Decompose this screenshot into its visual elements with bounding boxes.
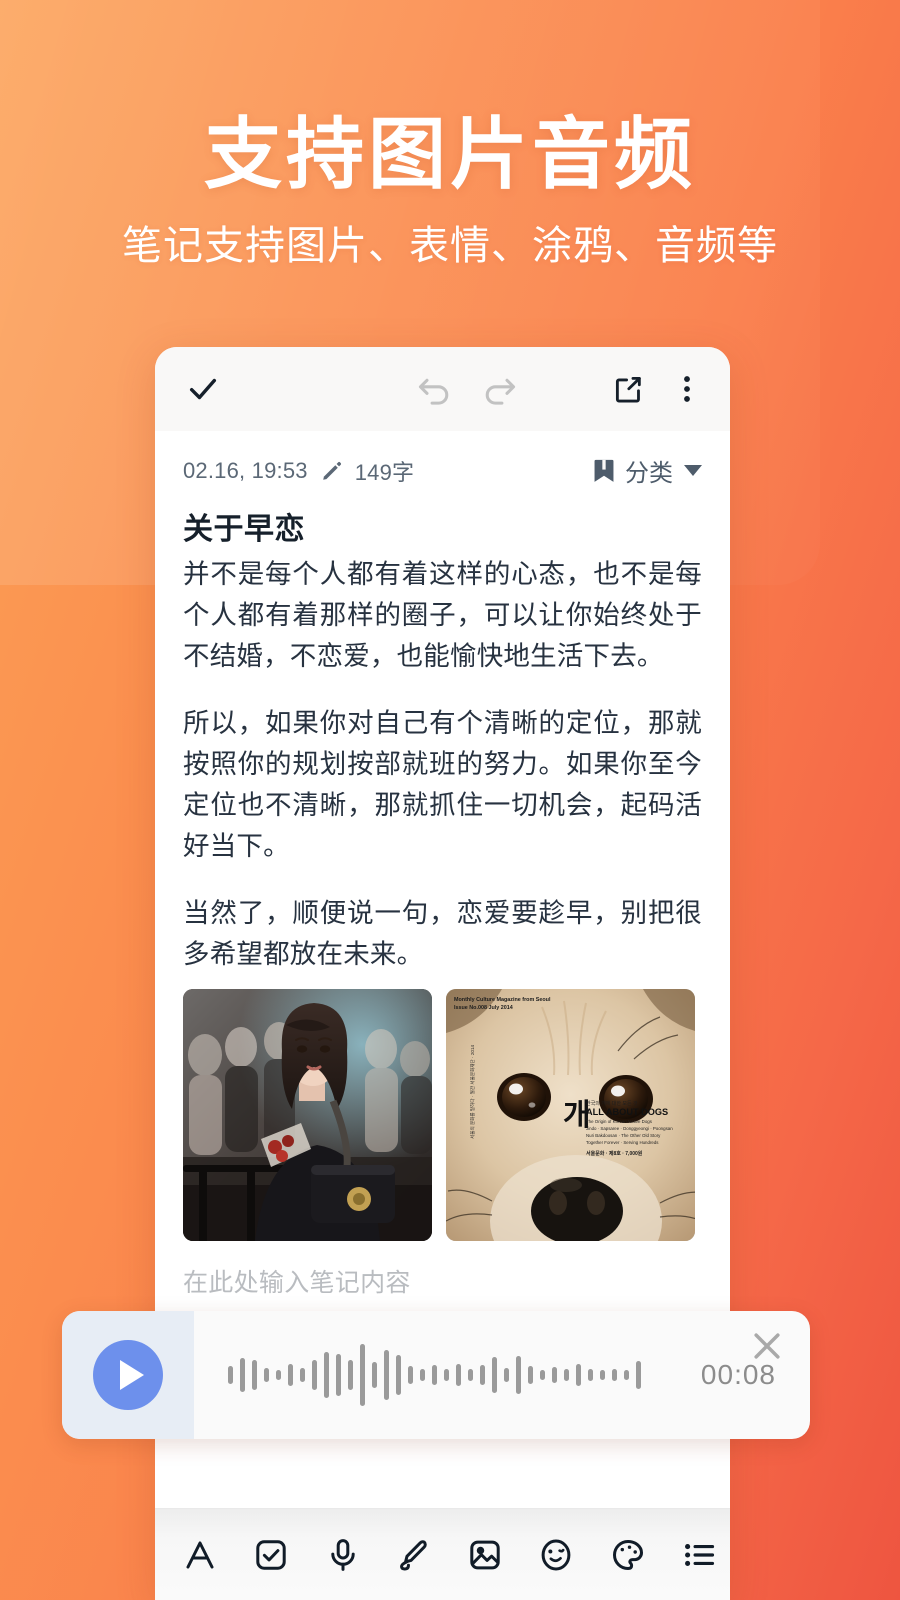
play-icon[interactable] [93, 1340, 163, 1410]
waveform-bar [420, 1369, 425, 1381]
waveform-bar [252, 1360, 257, 1390]
waveform-bar [264, 1368, 269, 1382]
close-icon[interactable] [746, 1325, 788, 1367]
note-meta-row: 02.16, 19:53 149字 分类 [155, 431, 730, 488]
waveform-bar [564, 1369, 569, 1381]
chevron-down-icon [684, 465, 702, 476]
note-content-placeholder[interactable]: 在此处输入笔记内容 [183, 1263, 702, 1299]
waveform-bar [396, 1355, 401, 1395]
waveform-bar [228, 1366, 233, 1384]
audio-player: 00:08 [62, 1311, 810, 1439]
svg-text:Monthly Culture Magazine from: Monthly Culture Magazine from Seoul [454, 997, 551, 1003]
note-word-count: 149字 [354, 459, 415, 485]
undo-icon[interactable] [409, 367, 461, 411]
app-top-bar [155, 347, 730, 431]
svg-text:The Origin of Korean Native Do: The Origin of Korean Native Dogs [586, 1119, 653, 1124]
svg-text:서울의 문화를 말하다 · 월간 서울문화재단 · 2014: 서울의 문화를 말하다 · 월간 서울문화재단 · 2014 [469, 1044, 476, 1139]
waveform-bar [276, 1370, 281, 1380]
palette-icon[interactable] [599, 1526, 657, 1584]
waveform-bar [624, 1370, 629, 1380]
note-attachments: Monthly Culture Magazine from Seoul Issu… [183, 989, 702, 1241]
category-label: 分类 [625, 460, 673, 487]
pen-icon[interactable] [385, 1526, 443, 1584]
waveform-bar [600, 1370, 605, 1380]
audio-waveform[interactable] [194, 1340, 701, 1410]
waveform-bar [576, 1364, 581, 1386]
waveform-bar [300, 1368, 305, 1382]
pencil-icon[interactable] [321, 460, 343, 482]
bookmark-icon [592, 458, 616, 484]
share-icon[interactable] [604, 367, 652, 411]
waveform-bar [312, 1360, 317, 1390]
note-paragraph-1: 并不是每个人都有着这样的心态，也不是每个人都有着那样的圈子，可以让你始终处于不结… [183, 559, 702, 671]
check-icon[interactable] [181, 367, 225, 411]
emoji-icon[interactable] [527, 1526, 585, 1584]
waveform-bar [588, 1369, 593, 1381]
audio-play-area [62, 1311, 194, 1439]
waveform-bar [492, 1357, 497, 1393]
waveform-bar [348, 1360, 353, 1390]
list-icon[interactable] [670, 1526, 728, 1584]
waveform-bar [240, 1358, 245, 1392]
waveform-bar [324, 1352, 329, 1398]
waveform-bar [444, 1369, 449, 1381]
note-timestamp: 02.16, 19:53 [183, 457, 308, 483]
svg-text:ALL ABOUT DOGS: ALL ABOUT DOGS [586, 1107, 668, 1117]
microphone-icon[interactable] [314, 1526, 372, 1584]
photo-woman-night-street[interactable] [183, 989, 432, 1241]
image-icon[interactable] [456, 1526, 514, 1584]
page-title: 支持图片音频 [203, 110, 696, 198]
note-title: 关于早恋 [183, 513, 305, 546]
waveform-bar [540, 1370, 545, 1380]
svg-text:한국의 개에 대한 모든 것: 한국의 개에 대한 모든 것 [586, 1100, 638, 1107]
editor-toolbar [155, 1508, 730, 1600]
svg-text:Issue No.008 July 2014: Issue No.008 July 2014 [454, 1005, 513, 1011]
waveform-bar [456, 1364, 461, 1386]
waveform-bar [372, 1362, 377, 1388]
waveform-bar [528, 1366, 533, 1384]
waveform-bar [636, 1361, 641, 1389]
waveform-bar [552, 1367, 557, 1383]
svg-text:Together Forever · Serving Hun: Together Forever · Serving Hundreds [586, 1140, 659, 1145]
waveform-bar [468, 1369, 473, 1381]
waveform-bar [288, 1364, 293, 1386]
waveform-bar [336, 1354, 341, 1396]
svg-text:Jindo · Sapsaree · Donggyeongi: Jindo · Sapsaree · Donggyeongi · Poongsa… [586, 1126, 673, 1131]
waveform-bar [432, 1365, 437, 1385]
checkbox-icon[interactable] [242, 1526, 300, 1584]
waveform-bar [504, 1368, 509, 1382]
note-paragraph-2: 所以，如果你对自己有个清晰的定位，那就按照你的规划按部就班的努力。如果你至今定位… [183, 708, 702, 861]
waveform-bar [516, 1356, 521, 1394]
waveform-bar [408, 1366, 413, 1384]
redo-icon[interactable] [473, 367, 525, 411]
page-subtitle: 笔记支持图片、表情、涂鸦、音频等 [122, 224, 778, 269]
waveform-bar [384, 1350, 389, 1400]
category-selector[interactable]: 分类 [592, 453, 702, 488]
waveform-bar [360, 1344, 365, 1406]
svg-text:Nuri Bakdoosan · The Other Old: Nuri Bakdoosan · The Other Old Story [586, 1133, 661, 1138]
hero-section: 支持图片音频 笔记支持图片、表情、涂鸦、音频等 [0, 112, 900, 270]
waveform-bar [480, 1365, 485, 1385]
more-vertical-icon[interactable] [670, 367, 704, 411]
note-paragraph-3: 当然了，顺便说一句，恋爱要趁早，别把很多希望都放在未来。 [183, 898, 702, 969]
photo-dog-magazine-cover[interactable]: Monthly Culture Magazine from Seoul Issu… [446, 989, 695, 1241]
text-format-icon[interactable] [171, 1526, 229, 1584]
waveform-bar [612, 1369, 617, 1381]
svg-text:서울문화 · 제8호 · 7,000원: 서울문화 · 제8호 · 7,000원 [586, 1150, 643, 1157]
